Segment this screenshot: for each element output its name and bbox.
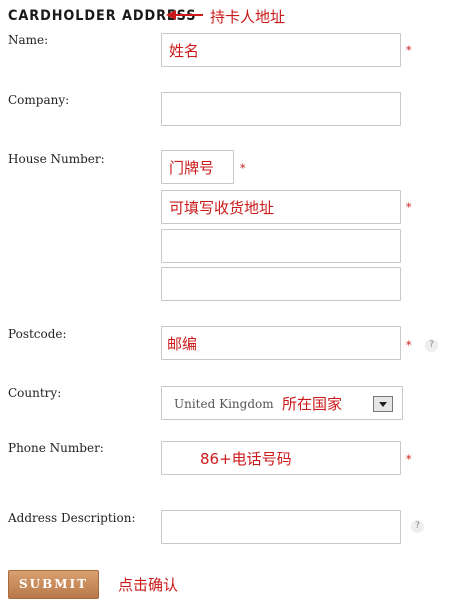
country-label: Country: [8,386,62,400]
company-input[interactable] [161,92,401,126]
name-input-value: 姓名 [169,42,200,60]
country-annotation: 所在国家 [282,395,343,413]
address-description-label: Address Description: [8,511,136,525]
country-select-value: United Kingdom [174,397,274,411]
phone-required-mark: * [406,453,412,466]
submit-button[interactable]: SUBMIT [8,570,99,599]
name-input[interactable]: 姓名 [161,33,401,67]
help-icon[interactable]: ? [411,520,424,533]
phone-input-value: 86+电话号码 [200,450,292,468]
house-number-input[interactable]: 门牌号 [161,150,234,184]
address-required-mark: * [406,201,412,214]
address-line2-input[interactable] [161,229,401,263]
phone-label: Phone Number: [8,441,104,455]
postcode-required-mark: * [406,339,412,352]
address-line1-input[interactable]: 可填写收货地址 [161,190,401,224]
postcode-input-value: 邮编 [167,335,198,353]
house-number-required-mark: * [240,162,246,175]
name-label: Name: [8,33,49,47]
postcode-input[interactable]: 邮编 [161,326,401,360]
submit-annotation: 点击确认 [118,576,179,594]
house-number-input-value: 门牌号 [169,159,215,177]
name-required-mark: * [406,44,412,57]
left-arrow-icon [166,10,203,20]
company-label: Company: [8,93,70,107]
phone-input[interactable]: 86+电话号码 [161,441,401,475]
heading-annotation: 持卡人地址 [210,8,286,26]
address-line3-input[interactable] [161,267,401,301]
help-icon[interactable]: ? [425,339,438,352]
house-number-label: House Number: [8,152,105,166]
address-description-input[interactable] [161,510,401,544]
postcode-label: Postcode: [8,327,67,341]
address-line1-value: 可填写收货地址 [169,199,275,217]
country-select[interactable]: United Kingdom 所在国家 [161,386,403,420]
chevron-down-icon[interactable] [373,396,393,412]
